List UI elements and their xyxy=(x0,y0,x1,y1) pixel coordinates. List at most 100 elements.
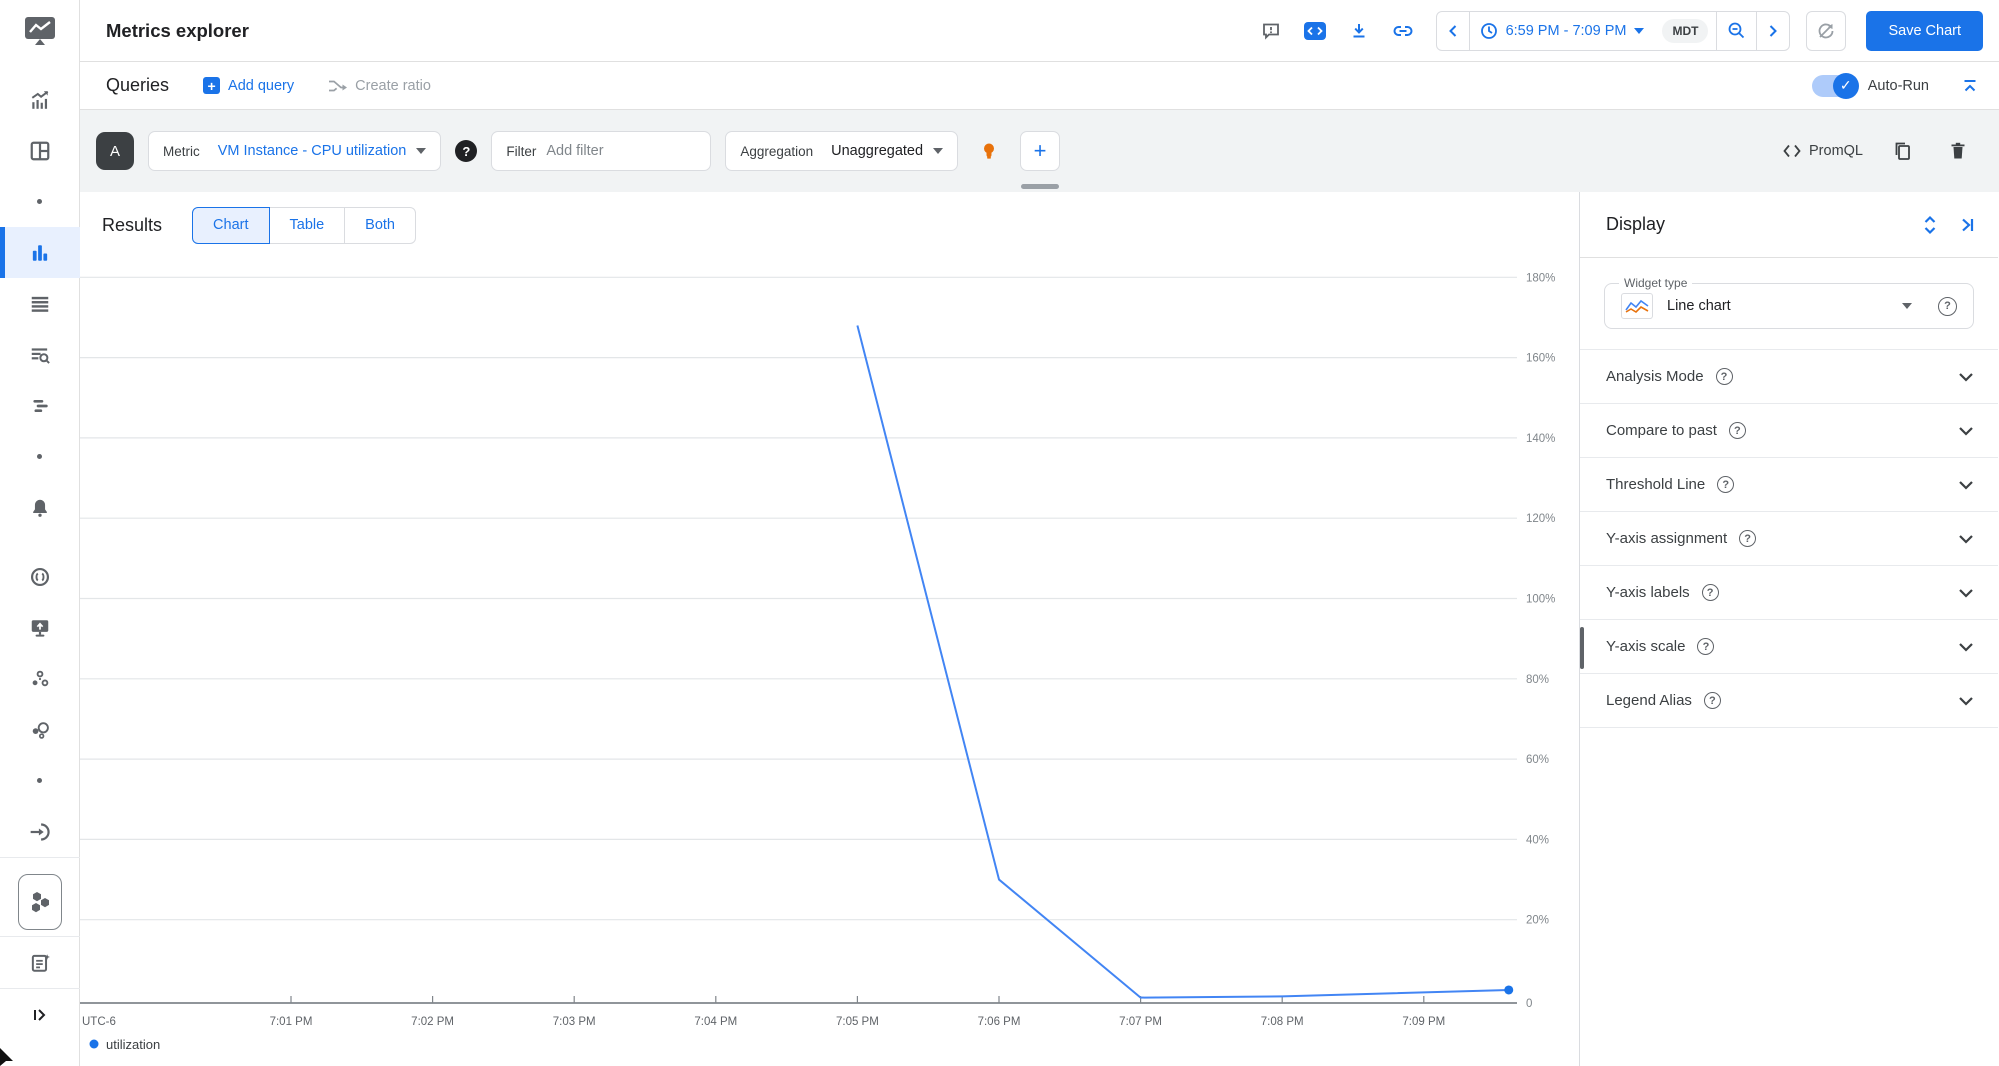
add-filter-plus-button[interactable]: + xyxy=(1020,131,1061,171)
sidebar-item-integrations[interactable] xyxy=(0,806,80,857)
sidebar-item-logs[interactable] xyxy=(0,278,80,329)
widget-type-selector[interactable]: Widget type Line chart ? xyxy=(1604,276,1974,329)
create-ratio-button[interactable]: Create ratio xyxy=(328,78,431,94)
auto-run-label: Auto-Run xyxy=(1867,77,1929,94)
promql-button[interactable]: PromQL xyxy=(1783,143,1863,159)
svg-text:7:01 PM: 7:01 PM xyxy=(270,1016,313,1028)
svg-text:7:07 PM: 7:07 PM xyxy=(1119,1016,1162,1028)
sidebar-item-logs-analytics[interactable] xyxy=(0,329,80,380)
share-link-button[interactable] xyxy=(1386,14,1420,48)
chart-canvas[interactable]: 180% 160% 140% 120% 100% 80% 60% 40% 20% 0 7:01 PM… xyxy=(80,258,1579,1066)
sidebar-item-uptime-checks[interactable] xyxy=(0,602,80,653)
section-y-axis-scale[interactable]: Y-axis scale ? xyxy=(1580,620,1998,674)
feedback-button[interactable] xyxy=(1254,14,1288,48)
error-reporting-icon xyxy=(30,567,49,586)
zoom-out-button[interactable] xyxy=(1716,11,1756,50)
logs-analytics-icon xyxy=(31,347,50,364)
line-chart[interactable]: 180% 160% 140% 120% 100% 80% 60% 40% 20% 0 7:01 PM… xyxy=(80,258,1579,1066)
tab-both[interactable]: Both xyxy=(344,206,417,244)
uptime-monitor-icon xyxy=(31,619,48,637)
metrics-explorer-logo xyxy=(0,0,79,62)
sidebar-item-metrics-explorer[interactable] xyxy=(0,227,80,278)
sidebar-dot-3[interactable] xyxy=(0,755,80,806)
code-toggle-button[interactable] xyxy=(1298,14,1332,48)
section-legend-alias[interactable]: Legend Alias ? xyxy=(1580,674,1998,728)
sidebar-dot-2[interactable] xyxy=(0,431,80,482)
sidebar-item-services[interactable] xyxy=(0,653,80,704)
auto-run-toggle[interactable]: ✓ xyxy=(1811,72,1859,99)
section-label: Y-axis scale xyxy=(1606,638,1686,655)
dashboards-icon xyxy=(30,141,49,160)
clock-icon xyxy=(1480,22,1497,39)
section-compare-to-past[interactable]: Compare to past ? xyxy=(1580,404,1998,458)
lightbulb-icon xyxy=(984,143,995,159)
chevron-down-icon xyxy=(933,148,944,154)
help-icon[interactable]: ? xyxy=(1701,584,1719,601)
section-label: Compare to past xyxy=(1606,422,1717,439)
help-icon[interactable]: ? xyxy=(1717,476,1735,493)
collapse-queries-button[interactable] xyxy=(1961,77,1979,95)
section-label: Y-axis labels xyxy=(1606,584,1690,601)
add-query-button[interactable]: + Add query xyxy=(203,77,294,94)
section-label: Analysis Mode xyxy=(1606,368,1704,385)
aggregation-selector[interactable]: Aggregation Unaggregated xyxy=(725,131,959,171)
metric-help-button[interactable]: ? xyxy=(455,140,478,162)
sidebar-expand-button[interactable] xyxy=(0,989,80,1040)
copy-query-button[interactable] xyxy=(1885,134,1919,168)
sidebar-item-alerting[interactable] xyxy=(0,482,80,533)
queries-title: Queries xyxy=(106,75,170,95)
merge-arrow-icon xyxy=(329,80,348,91)
query-builder: A Metric VM Instance - CPU utilization ?… xyxy=(80,110,1999,192)
metrics-explorer-icon xyxy=(32,244,47,261)
svg-text:UTC-6: UTC-6 xyxy=(82,1016,116,1028)
tab-chart[interactable]: Chart xyxy=(192,206,270,244)
metric-selector[interactable]: Metric VM Instance - CPU utilization xyxy=(148,131,442,171)
queries-row: Queries + Add query Create ratio ✓ Auto-… xyxy=(80,62,1999,110)
sidebar-item-kubernetes[interactable] xyxy=(17,874,62,930)
suggestion-button[interactable] xyxy=(972,134,1006,168)
help-icon[interactable]: ? xyxy=(1697,638,1715,655)
download-button[interactable] xyxy=(1342,14,1376,48)
auto-refresh-off-button[interactable] xyxy=(1806,10,1847,51)
section-label: Threshold Line xyxy=(1606,476,1706,493)
query-letter-badge: A xyxy=(96,132,134,170)
time-back-button[interactable] xyxy=(1437,11,1470,50)
filter-control[interactable]: Filter xyxy=(491,131,712,171)
section-analysis-mode[interactable]: Analysis Mode ? xyxy=(1580,350,1998,404)
svg-text:7:05 PM: 7:05 PM xyxy=(836,1016,879,1028)
resize-handle[interactable] xyxy=(1020,184,1059,189)
sidebar-item-dashboards[interactable] xyxy=(0,125,80,176)
time-range-value: 6:59 PM - 7:09 PM xyxy=(1505,22,1627,39)
sidebar-item-monitoring-overview[interactable] xyxy=(0,74,80,125)
expand-all-button[interactable] xyxy=(1922,215,1938,235)
sidebar-item-release-notes[interactable] xyxy=(0,937,80,988)
chevron-down-icon xyxy=(1634,27,1645,34)
widget-type-label: Widget type xyxy=(1619,276,1693,290)
profiler-icon xyxy=(32,721,49,739)
help-icon[interactable]: ? xyxy=(1739,530,1757,547)
sidebar-item-trace[interactable] xyxy=(0,380,80,431)
section-y-axis-assignment[interactable]: Y-axis assignment ? xyxy=(1580,512,1998,566)
create-ratio-label: Create ratio xyxy=(355,77,431,94)
time-range-selector[interactable]: 6:59 PM - 7:09 PM xyxy=(1470,12,1655,50)
tab-table[interactable]: Table xyxy=(268,206,346,244)
delete-query-button[interactable] xyxy=(1941,134,1975,168)
panel-scrollbar-thumb[interactable] xyxy=(1580,627,1584,669)
collapse-panel-button[interactable] xyxy=(1958,216,1976,234)
sidebar-item-profiler[interactable] xyxy=(0,704,80,755)
help-icon[interactable]: ? xyxy=(1715,368,1733,385)
filter-input[interactable] xyxy=(546,143,697,159)
help-icon[interactable]: ? xyxy=(1703,692,1721,709)
section-threshold-line[interactable]: Threshold Line ? xyxy=(1580,458,1998,512)
time-forward-button[interactable] xyxy=(1756,11,1789,50)
section-label: Y-axis assignment xyxy=(1606,530,1728,547)
code-icon xyxy=(1783,144,1801,158)
timezone-badge[interactable]: MDT xyxy=(1662,18,1709,43)
sidebar-item-error-reporting[interactable] xyxy=(0,551,80,602)
widget-type-help-icon[interactable]: ? xyxy=(1938,296,1957,316)
save-chart-button[interactable]: Save Chart xyxy=(1866,10,1983,51)
section-y-axis-labels[interactable]: Y-axis labels ? xyxy=(1580,566,1998,620)
help-icon[interactable]: ? xyxy=(1728,422,1746,439)
sidebar-dot-1[interactable] xyxy=(0,176,80,227)
results-section: Results Chart Table Both 180% 160% 140% 120… xyxy=(80,192,1579,1066)
